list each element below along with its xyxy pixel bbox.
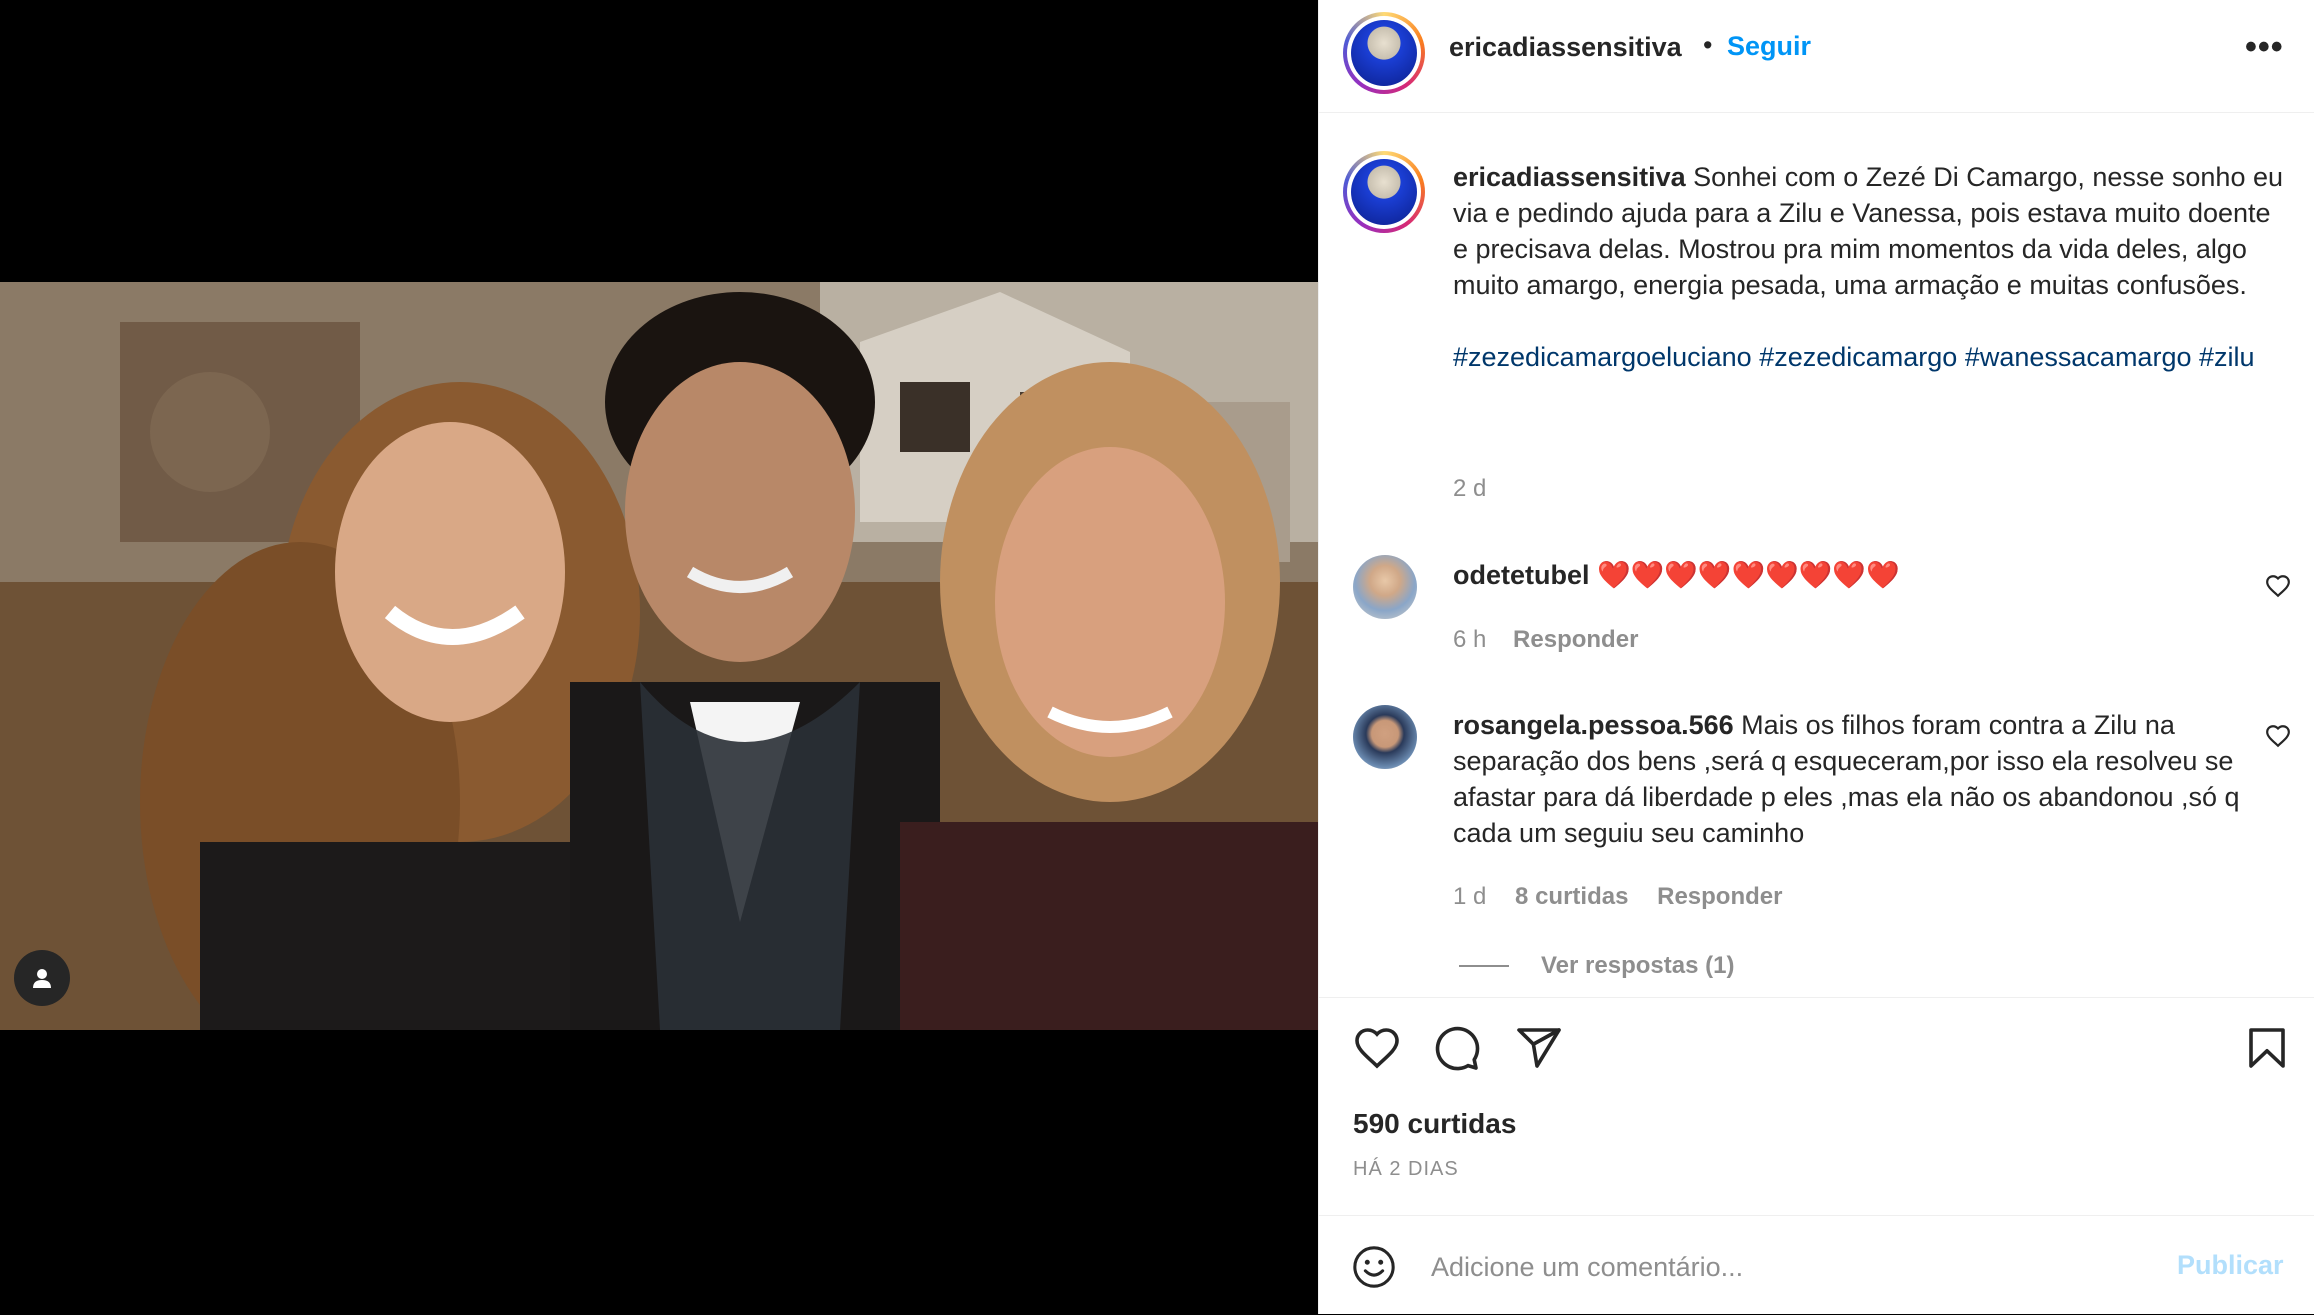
comment-timestamp[interactable]: 6 h xyxy=(1453,626,1486,653)
more-options-icon[interactable]: ••• xyxy=(2245,28,2284,67)
comment-body: rosangela.pessoa.566 Mais os filhos fora… xyxy=(1453,707,2243,851)
comment-meta: 1 d 8 curtidas Responder xyxy=(1453,883,1782,911)
view-replies-button[interactable]: Ver respostas (1) xyxy=(1541,952,1734,980)
caption-timestamp[interactable]: 2 d xyxy=(1453,475,1486,503)
caption-username[interactable]: ericadiassensitiva xyxy=(1453,162,1686,192)
comments-section[interactable]: ericadiassensitiva Sonhei com o Zezé Di … xyxy=(1319,113,2314,997)
follow-button[interactable]: Seguir xyxy=(1727,31,1811,62)
reply-button[interactable]: Responder xyxy=(1513,626,1638,653)
post-panel: ericadiassensitiva • Seguir ••• ericadia… xyxy=(1318,0,2314,1314)
comment-text: ❤️❤️❤️❤️❤️❤️❤️❤️❤️ xyxy=(1597,560,1900,590)
like-comment-heart-icon[interactable] xyxy=(2265,723,2291,749)
author-avatar[interactable] xyxy=(1343,12,1425,94)
comment-meta: 6 h Responder xyxy=(1453,626,1638,654)
comment-username[interactable]: odetetubel xyxy=(1453,560,1590,590)
like-heart-icon[interactable] xyxy=(1353,1024,1401,1072)
reply-button[interactable]: Responder xyxy=(1657,883,1782,910)
comment-input[interactable] xyxy=(1429,1246,2133,1288)
hashtag-link[interactable]: #zezedicamargoeluciano xyxy=(1453,342,1752,372)
author-username[interactable]: ericadiassensitiva xyxy=(1449,32,1682,63)
post-media xyxy=(0,0,1318,1314)
comment-body: odetetubel ❤️❤️❤️❤️❤️❤️❤️❤️❤️ xyxy=(1453,557,2213,593)
action-bar: 590 curtidas HÁ 2 DIAS xyxy=(1319,997,2314,1216)
post-photo[interactable] xyxy=(0,282,1318,1030)
comment-likes[interactable]: 8 curtidas xyxy=(1515,883,1628,910)
hashtag-link[interactable]: #zilu xyxy=(2199,342,2255,372)
share-send-icon[interactable] xyxy=(1515,1024,1563,1072)
caption: ericadiassensitiva Sonhei com o Zezé Di … xyxy=(1453,159,2293,375)
caption-avatar[interactable] xyxy=(1343,151,1425,233)
comment-timestamp[interactable]: 1 d xyxy=(1453,883,1486,910)
comment-bubble-icon[interactable] xyxy=(1433,1024,1481,1072)
comment-composer: Publicar xyxy=(1319,1215,2314,1315)
tagged-users-button[interactable] xyxy=(14,950,70,1006)
hashtag-link[interactable]: #wanessacamargo xyxy=(1965,342,2192,372)
comment-avatar[interactable] xyxy=(1353,555,1417,619)
likes-count[interactable]: 590 curtidas xyxy=(1353,1108,1516,1140)
save-bookmark-icon[interactable] xyxy=(2243,1024,2291,1072)
photo-illustration xyxy=(0,282,1318,1030)
post-age[interactable]: HÁ 2 DIAS xyxy=(1353,1158,1459,1181)
emoji-icon[interactable] xyxy=(1351,1244,1397,1290)
like-comment-heart-icon[interactable] xyxy=(2265,573,2291,599)
hashtag-link[interactable]: #zezedicamargo xyxy=(1759,342,1957,372)
comment-username[interactable]: rosangela.pessoa.566 xyxy=(1453,710,1734,740)
publish-button[interactable]: Publicar xyxy=(2177,1250,2284,1281)
separator-dot: • xyxy=(1703,30,1713,60)
post-header: ericadiassensitiva • Seguir ••• xyxy=(1319,0,2314,113)
replies-divider xyxy=(1459,965,1509,967)
user-icon xyxy=(33,969,51,988)
comment-avatar[interactable] xyxy=(1353,705,1417,769)
